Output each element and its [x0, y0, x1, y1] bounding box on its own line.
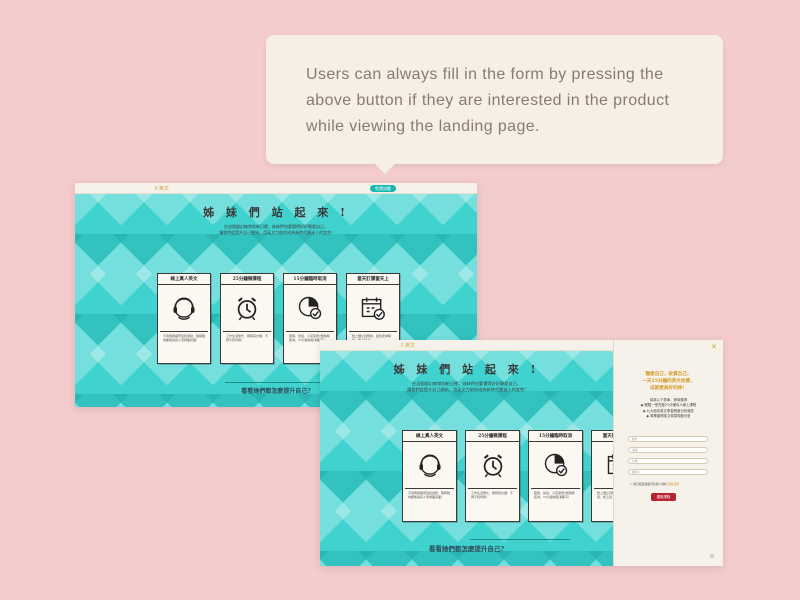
landing-page-with-form-screenshot: Ｅ英文 姊 妹 們 站 起 來 ! 在這個變幻無常的新日裡，姊妹們也要懂得好好寵… [320, 340, 723, 566]
benefit-line: ◆ 專業顧問英文學習規劃分析 [646, 414, 691, 419]
card-title: 線上真人英文 [403, 431, 456, 442]
hero-subtitle-line: 讓我們從提升自己開始，用英文力助你成為新時代最迷人的女性! [407, 387, 526, 393]
privacy-link[interactable]: 蒐集說明 [668, 482, 679, 486]
card-title: 線上真人英文 [158, 274, 210, 285]
hero-subtitle: 在這個變幻無常的新日裡，姊妹們也要懂得好好寵愛自己， 讓我們從提升自己開始，用英… [75, 224, 477, 236]
calendar-check-icon [347, 285, 399, 331]
phone-field[interactable]: 電話 [628, 447, 708, 453]
card-description: 臨時、加班、小孩突發?能隨時取消，15分鐘前取消都可！ [531, 488, 580, 501]
feature-card: 線上真人英文 不用再跑補習班和通勤，隨時隨地都能與真人老師面對面！ [402, 430, 457, 522]
close-icon[interactable]: ✕ [711, 343, 717, 351]
card-title: 15分鐘臨時取消 [284, 274, 336, 285]
logo: Ｅ英文 [400, 344, 416, 349]
top-nav-bar: Ｅ英文 [320, 340, 613, 351]
feature-card: 25分鐘微課程 工作生活繁忙，隨時英文課，不再不知何時！ [220, 273, 274, 364]
hero-section: 姊 妹 們 站 起 來 ! 在這個變幻無常的新日裡，姊妹們也要懂得好好寵愛自己，… [320, 351, 646, 566]
tooltip-bubble: Users can always fill in the form by pre… [266, 35, 723, 174]
name-field[interactable]: 姓名 [628, 436, 708, 442]
submit-button[interactable]: 獲取課程 [651, 493, 676, 501]
email-field[interactable]: 信箱 [628, 458, 708, 464]
card-description: 工作生活繁忙，隨時英文課，不再不知何時！ [223, 331, 271, 344]
hero-subtitle-line: 讓我們從提升自己開始，用英文力助你成為新時代最迷人的女性! [219, 230, 333, 235]
divider [225, 382, 325, 383]
card-title: 15分鐘臨時取消 [529, 431, 582, 442]
card-description: 工作生活繁忙，隨時英文課，不再不知何時！ [468, 488, 517, 501]
hero-bottom-heading: 看看她們都怎麼提升自己? [428, 545, 505, 553]
free-trial-button[interactable]: 免費試聽 [370, 185, 396, 192]
form-benefits: 填寫以下表單，即時獲得 ◆ 體驗一堂完整25分鐘真人線上課程 ◆ 九大面向英文學… [614, 398, 723, 420]
alarm-clock-icon [466, 442, 519, 488]
referrer-field[interactable]: 推薦人 [628, 469, 708, 475]
logo: Ｅ英文 [154, 187, 170, 192]
agree-checkbox[interactable]: ☐ 我已經閱讀並同意個人資料 蒐集說明 [630, 482, 679, 486]
divider [470, 539, 570, 540]
card-title: 當天訂課當天上 [347, 274, 399, 285]
card-description: 不用再跑補習班和通勤，隨時隨地都能與真人老師面對面！ [405, 488, 454, 501]
alarm-clock-icon [221, 285, 273, 331]
form-title-line: 寵愛自己，投資自己， [645, 372, 692, 377]
card-title: 25分鐘微課程 [466, 431, 519, 442]
card-description: 不用再跑補習班和通勤，隨時隨地都能與真人老師面對面！ [160, 331, 208, 344]
tooltip-tail [374, 163, 396, 174]
headset-icon [158, 285, 210, 331]
clock-check-icon [284, 285, 336, 331]
form-title-line: 成就更美好的妳！ [650, 386, 687, 392]
top-nav-bar: Ｅ英文 免費試聽 [75, 183, 477, 194]
form-title-line: 一天25分鐘的英文投資， [642, 379, 695, 385]
scroll-indicator [710, 554, 714, 558]
agree-label: 我已經閱讀並同意個人資料 [633, 482, 667, 486]
hero-title: 姊 妹 們 站 起 來 ! [393, 363, 540, 376]
clock-check-icon [529, 442, 582, 488]
tooltip-text: Users can always fill in the form by pre… [306, 66, 670, 135]
card-title: 25分鐘微課程 [221, 274, 273, 285]
feature-card: 25分鐘微課程 工作生活繁忙，隨時英文課，不再不知何時！ [465, 430, 520, 522]
headset-icon [403, 442, 456, 488]
signup-form-panel: ✕ 寵愛自己，投資自己， 一天25分鐘的英文投資， 成就更美好的妳！ 填寫以下表… [613, 340, 723, 566]
hero-title: 姊 妹 們 站 起 來 ! [203, 206, 349, 219]
form-title: 寵愛自己，投資自己， 一天25分鐘的英文投資， 成就更美好的妳！ [614, 371, 723, 392]
feature-card: 15分鐘臨時取消 臨時、加班、小孩突發?能隨時取消，15分鐘前取消都可！ [528, 430, 583, 522]
feature-card: 線上真人英文 不用再跑補習班和通勤，隨時隨地都能與真人老師面對面！ [157, 273, 211, 364]
hero-subtitle: 在這個變幻無常的新日裡，姊妹們也要懂得好好寵愛自己， 讓我們從提升自己開始，用英… [320, 381, 613, 394]
